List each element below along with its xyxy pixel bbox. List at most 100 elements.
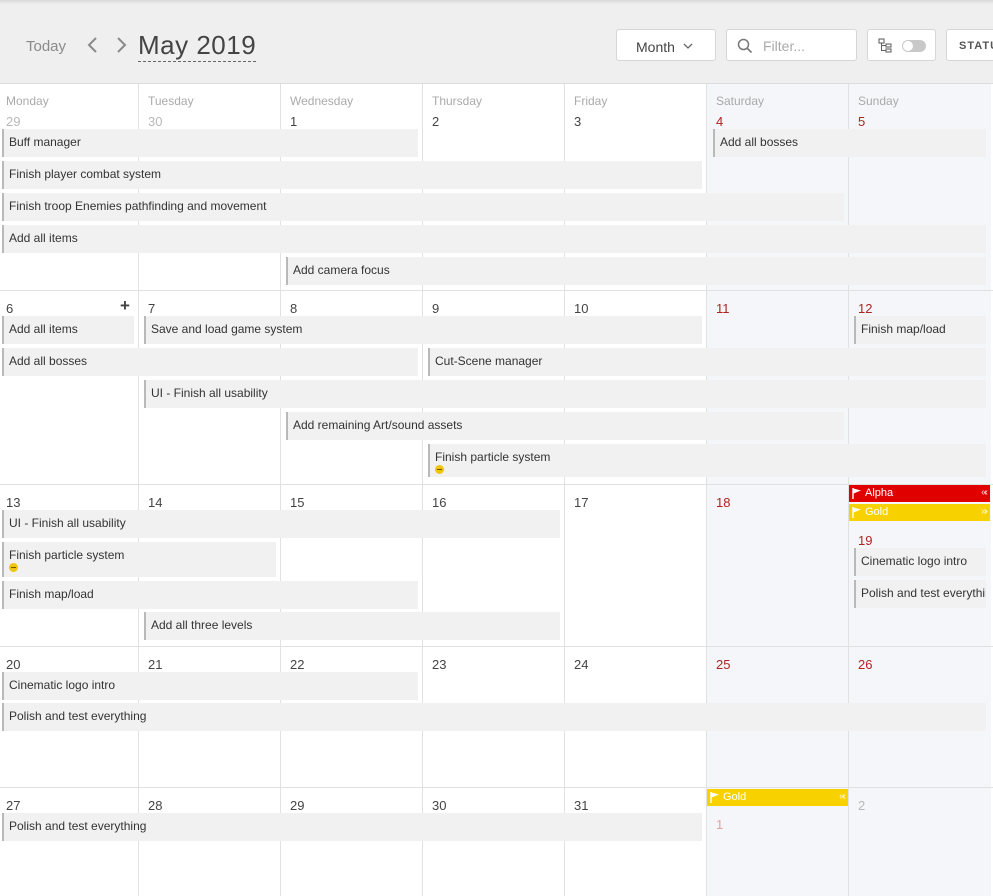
weekday-header: Tuesday xyxy=(148,94,194,108)
day-number[interactable]: 19 xyxy=(858,533,872,548)
milestone-bar[interactable]: Gold »› xyxy=(849,504,990,521)
event-label: Finish particle system xyxy=(435,450,551,464)
collapse-arrows-icon: «‹ xyxy=(981,487,988,498)
day-number[interactable]: 21 xyxy=(148,657,162,672)
event-bar[interactable]: Cinematic logo intro xyxy=(854,548,986,576)
day-number[interactable]: 1 xyxy=(716,817,723,832)
month-title[interactable]: May 2019 xyxy=(138,30,257,62)
day-number[interactable]: 17 xyxy=(574,495,588,510)
day-number[interactable]: 18 xyxy=(716,495,730,510)
week-divider xyxy=(0,484,993,485)
milestone-bar[interactable]: Gold «‹ xyxy=(707,789,848,806)
event-bar[interactable]: Finish map/load xyxy=(2,581,418,609)
event-bar[interactable]: Finish particle system xyxy=(428,444,986,477)
expand-arrows-icon: »› xyxy=(981,506,988,517)
hierarchy-icon xyxy=(878,38,892,53)
month-grid: Monday Tuesday Wednesday Thursday Friday… xyxy=(0,84,993,896)
day-number[interactable]: 27 xyxy=(6,798,20,813)
calendar-toolbar: Today May 2019 Month STATU xyxy=(0,0,993,84)
day-number[interactable]: 1 xyxy=(290,114,297,129)
event-bar[interactable]: Buff manager xyxy=(2,129,418,157)
event-bar[interactable]: Add remaining Art/sound assets xyxy=(286,412,844,440)
event-bar[interactable]: Polish and test everything xyxy=(854,580,986,608)
event-bar[interactable]: Polish and test everything xyxy=(2,813,702,841)
flag-icon xyxy=(852,488,861,499)
add-event-button[interactable]: + xyxy=(120,296,130,316)
event-bar[interactable]: Add all three levels xyxy=(144,612,560,640)
toggle-knob xyxy=(903,41,913,51)
day-number[interactable]: 12 xyxy=(858,301,872,316)
filter-input[interactable] xyxy=(761,36,853,56)
prev-month-button[interactable] xyxy=(85,33,101,57)
event-bar[interactable]: Polish and test everything xyxy=(2,703,986,731)
day-number[interactable]: 10 xyxy=(574,301,588,316)
day-number[interactable]: 2 xyxy=(858,798,865,813)
event-bar[interactable]: Cut-Scene manager xyxy=(428,348,986,376)
day-number[interactable]: 15 xyxy=(290,495,304,510)
event-bar[interactable]: Finish player combat system xyxy=(2,161,702,189)
day-number[interactable]: 7 xyxy=(148,301,155,316)
flag-icon xyxy=(710,792,719,803)
blocked-status-icon xyxy=(435,465,444,474)
filter-box[interactable] xyxy=(726,29,857,61)
milestone-label: Gold xyxy=(723,791,747,803)
event-bar[interactable]: Cinematic logo intro xyxy=(2,672,418,700)
week-divider xyxy=(0,290,993,291)
today-button[interactable]: Today xyxy=(26,38,66,55)
event-bar[interactable]: Add all bosses xyxy=(713,129,986,157)
next-month-button[interactable] xyxy=(113,33,129,57)
day-number[interactable]: 23 xyxy=(432,657,446,672)
day-number[interactable]: 28 xyxy=(148,798,162,813)
day-number[interactable]: 30 xyxy=(432,798,446,813)
status-button[interactable]: STATU xyxy=(946,29,993,61)
day-number[interactable]: 11 xyxy=(716,301,730,316)
day-number[interactable]: 22 xyxy=(290,657,304,672)
day-number[interactable]: 26 xyxy=(858,657,872,672)
event-bar[interactable]: Finish troop Enemies pathfinding and mov… xyxy=(2,193,844,221)
day-number[interactable]: 24 xyxy=(574,657,588,672)
day-number[interactable]: 16 xyxy=(432,495,446,510)
day-number[interactable]: 20 xyxy=(6,657,20,672)
blocked-status-icon xyxy=(9,563,18,572)
day-number[interactable]: 30 xyxy=(148,114,162,129)
day-number[interactable]: 29 xyxy=(290,798,304,813)
event-bar[interactable]: Add all items xyxy=(2,316,134,344)
collapse-arrows-icon: «‹ xyxy=(839,791,846,802)
day-number[interactable]: 4 xyxy=(716,114,723,129)
event-bar[interactable]: Save and load game system xyxy=(144,316,702,344)
day-number[interactable]: 14 xyxy=(148,495,162,510)
view-select[interactable]: Month xyxy=(616,29,716,61)
chevron-down-icon xyxy=(683,43,693,49)
day-number[interactable]: 9 xyxy=(432,301,439,316)
day-number[interactable]: 5 xyxy=(858,114,865,129)
milestone-label: Gold xyxy=(865,506,889,518)
weekday-header: Friday xyxy=(574,94,608,108)
weekday-header: Thursday xyxy=(432,94,483,108)
hierarchy-toggle[interactable] xyxy=(867,29,936,61)
event-bar[interactable]: Add camera focus xyxy=(286,257,986,285)
milestone-bar[interactable]: Alpha «‹ xyxy=(849,485,990,502)
event-bar[interactable]: UI - Finish all usability xyxy=(2,510,560,538)
event-bar[interactable]: Finish map/load xyxy=(854,316,986,344)
flag-icon xyxy=(852,507,861,518)
weekday-header: Monday xyxy=(6,94,49,108)
day-number[interactable]: 2 xyxy=(432,114,439,129)
event-label: Finish particle system xyxy=(9,548,125,562)
view-select-label: Month xyxy=(636,39,675,55)
day-number[interactable]: 3 xyxy=(574,114,581,129)
toggle-switch[interactable] xyxy=(902,40,926,52)
day-number[interactable]: 29 xyxy=(6,114,20,129)
day-number[interactable]: 8 xyxy=(290,301,297,316)
week-divider xyxy=(0,787,993,788)
event-bar[interactable]: Add all bosses xyxy=(2,348,418,376)
day-number[interactable]: 31 xyxy=(574,798,588,813)
event-bar[interactable]: Finish particle system xyxy=(2,542,276,577)
week-divider xyxy=(0,646,993,647)
day-number[interactable]: 25 xyxy=(716,657,730,672)
event-bar[interactable]: UI - Finish all usability xyxy=(144,380,986,408)
day-number[interactable]: 6 xyxy=(6,301,13,316)
day-number[interactable]: 13 xyxy=(6,495,20,510)
chevron-left-icon xyxy=(87,37,97,53)
event-bar[interactable]: Add all items xyxy=(2,225,986,253)
toolbar-shadow xyxy=(0,0,993,4)
